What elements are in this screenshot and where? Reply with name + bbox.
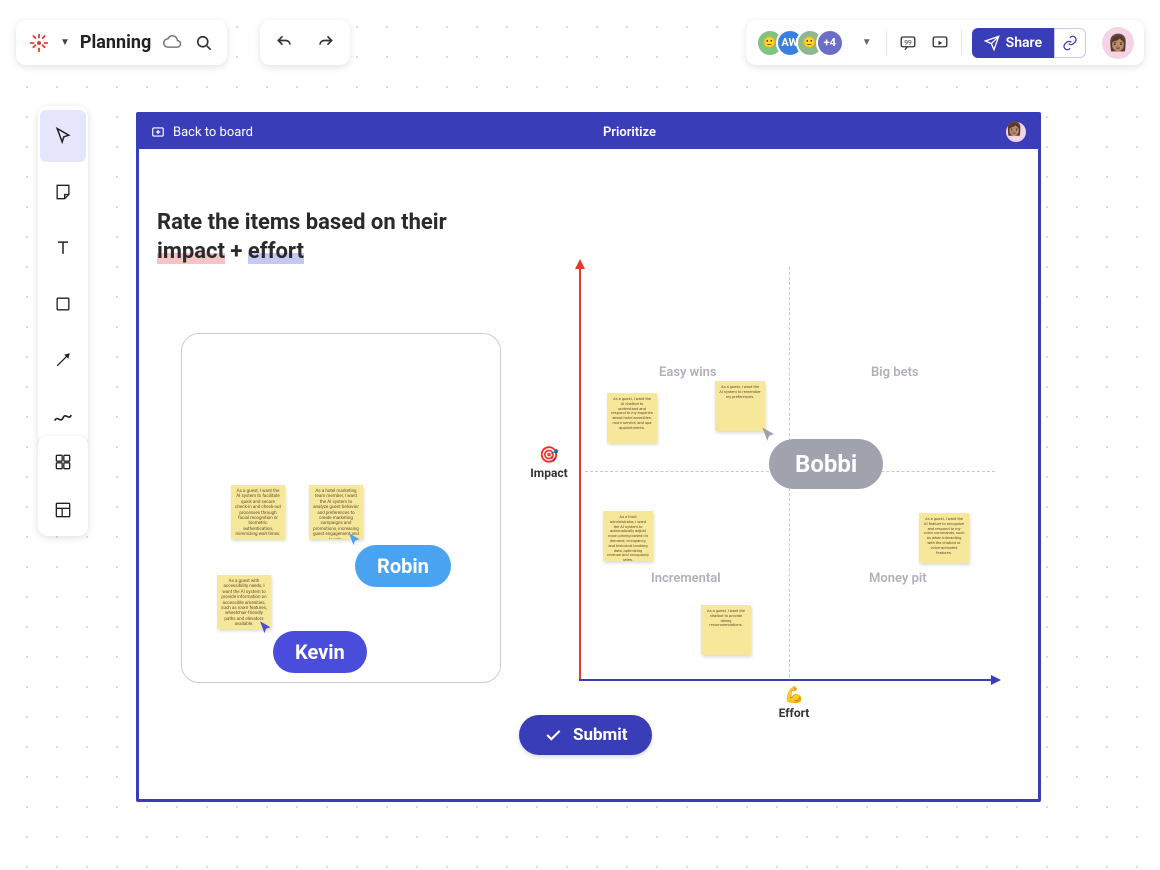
cursor-pointer-icon xyxy=(257,619,275,637)
tool-shape[interactable] xyxy=(40,278,86,330)
redo-button[interactable] xyxy=(314,32,336,54)
back-to-board-button[interactable]: Back to board xyxy=(151,125,253,140)
x-axis-line xyxy=(579,679,999,681)
presence-avatars[interactable]: 🙂 AW 🙂 +4 xyxy=(756,29,844,57)
tool-line[interactable] xyxy=(40,334,86,386)
frame-user-avatar[interactable]: 👩🏽 xyxy=(1006,122,1026,142)
presence-overflow[interactable]: +4 xyxy=(816,29,844,57)
x-axis-arrow-icon xyxy=(991,675,1001,685)
cursor-pointer-icon xyxy=(759,425,779,445)
comments-icon[interactable]: 99 xyxy=(897,32,919,54)
y-axis-arrow-icon xyxy=(575,259,585,269)
target-emoji-icon: 🎯 xyxy=(519,445,579,464)
document-header-card: ▼ Planning xyxy=(16,20,227,65)
doc-menu-caret-icon[interactable]: ▼ xyxy=(60,37,70,48)
submit-button[interactable]: Submit xyxy=(519,715,652,755)
current-user-avatar[interactable]: 👩🏽 xyxy=(1102,27,1134,59)
headline-impact-highlight: impact xyxy=(157,239,225,264)
divider xyxy=(961,30,962,56)
x-axis-label: 💪 Effort xyxy=(764,685,824,720)
quadrant-label-big-bets: Big bets xyxy=(871,365,919,380)
sticky-note[interactable]: As a guest, I want the AI system to faci… xyxy=(231,485,285,539)
cursor-label-kevin: Kevin xyxy=(273,631,367,673)
x-axis-label-text: Effort xyxy=(779,706,810,720)
main-toolbar xyxy=(38,106,88,446)
search-icon[interactable] xyxy=(193,32,215,54)
share-button-label: Share xyxy=(1006,35,1042,51)
frame-header: Back to board Prioritize 👩🏽 xyxy=(139,115,1038,149)
undo-button[interactable] xyxy=(274,32,296,54)
y-axis-label-text: Impact xyxy=(530,466,567,480)
share-button[interactable]: Share xyxy=(972,28,1054,58)
svg-text:99: 99 xyxy=(904,38,912,46)
present-icon[interactable] xyxy=(929,32,951,54)
cursor-pointer-icon xyxy=(346,531,364,549)
undo-redo-card xyxy=(260,20,350,65)
frame-title: Prioritize xyxy=(603,125,656,140)
cloud-sync-icon[interactable] xyxy=(161,32,183,54)
document-title[interactable]: Planning xyxy=(80,32,151,53)
quadrant-label-incremental: Incremental xyxy=(651,571,721,586)
tool-pen[interactable] xyxy=(40,390,86,442)
headline-text: + xyxy=(225,239,248,264)
tool-pointer[interactable] xyxy=(40,110,86,162)
tool-frames[interactable] xyxy=(40,488,86,532)
y-axis-label: 🎯 Impact xyxy=(519,445,579,480)
sticky-note[interactable]: As a guest, I want the AI chatbot to und… xyxy=(607,393,657,443)
copy-link-button[interactable] xyxy=(1054,28,1086,58)
cursor-label-bobbi: Bobbi xyxy=(769,439,883,489)
app-logo-icon xyxy=(28,32,50,54)
submit-button-label: Submit xyxy=(573,725,628,745)
prioritize-frame: Back to board Prioritize 👩🏽 Rate the ite… xyxy=(136,112,1041,802)
back-to-board-label: Back to board xyxy=(173,125,253,140)
tool-text[interactable] xyxy=(40,222,86,274)
instruction-headline: Rate the items based on their impact + e… xyxy=(157,209,447,266)
flex-emoji-icon: 💪 xyxy=(764,685,824,704)
sticky-note[interactable]: As a guest, I want the AI feature to rec… xyxy=(919,513,969,563)
frame-body[interactable]: Rate the items based on their impact + e… xyxy=(139,149,1038,799)
sticky-note[interactable]: As a front administrator, I want the AI … xyxy=(603,511,653,561)
quadrant-label-easy-wins: Easy wins xyxy=(659,365,717,380)
presence-dropdown-caret-icon[interactable]: ▼ xyxy=(858,37,876,48)
collaboration-header-card: 🙂 AW 🙂 +4 ▼ 99 Share 👩🏽 xyxy=(746,20,1144,65)
headline-text: Rate the items based on their xyxy=(157,210,447,235)
tool-sticky[interactable] xyxy=(40,166,86,218)
divider xyxy=(886,30,887,56)
quadrant-label-money-pit: Money pit xyxy=(869,571,927,586)
headline-effort-highlight: effort xyxy=(248,239,304,264)
sticky-note[interactable]: As a guest, I want the chatbot to provid… xyxy=(701,605,751,655)
cursor-label-robin: Robin xyxy=(355,545,451,587)
tool-templates[interactable] xyxy=(40,440,86,484)
sticky-note[interactable]: As a guest, I want the AI system to reme… xyxy=(715,381,765,431)
share-group: Share xyxy=(972,28,1086,58)
y-axis-line xyxy=(579,261,581,681)
secondary-toolbar xyxy=(38,436,88,536)
